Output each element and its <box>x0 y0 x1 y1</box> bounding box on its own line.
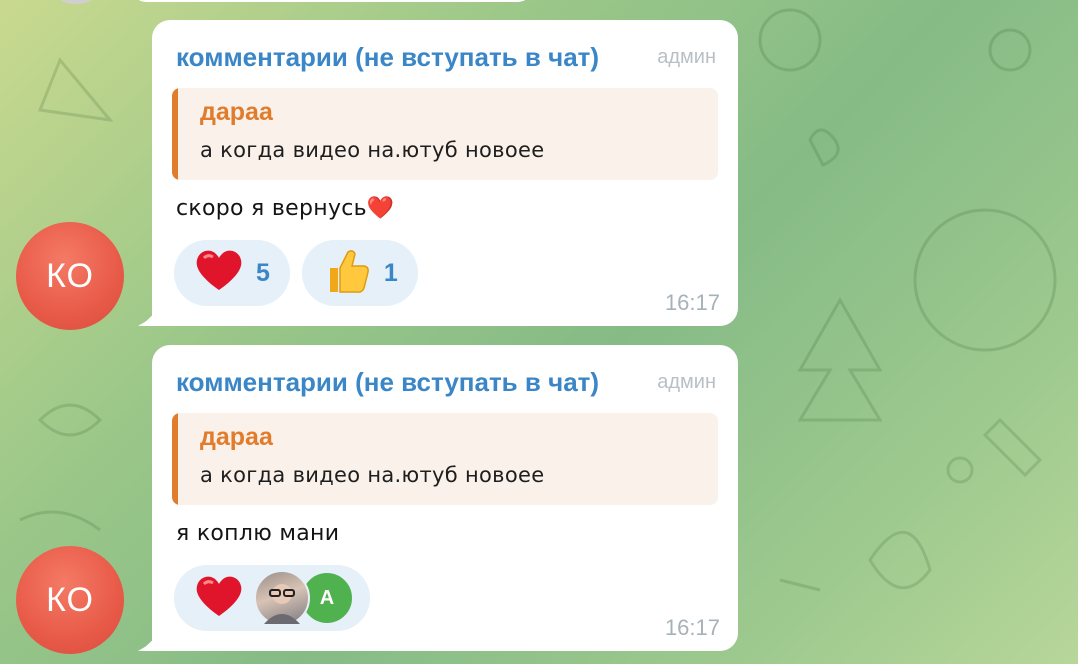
reactor-photo-avatar[interactable] <box>254 570 310 626</box>
message-text: скоро я вернусь❤️ <box>176 196 395 221</box>
message-time: 16:17 <box>664 615 720 640</box>
reaction-thumbs-up[interactable]: 1 <box>301 240 418 306</box>
heart-icon <box>194 248 244 299</box>
reply-text: а когда видео на.ютуб новоее <box>200 463 545 487</box>
message-text: я коплю мани <box>176 521 340 546</box>
reply-accent-bar <box>172 88 178 180</box>
reaction-heart[interactable]: A <box>174 565 370 631</box>
previous-message-stub <box>132 0 532 2</box>
message-header: комментарии (не вступать в чат) админ <box>176 42 716 76</box>
message-header: комментарии (не вступать в чат) админ <box>176 367 716 401</box>
heart-icon <box>194 574 244 623</box>
avatar-initials: КО <box>46 580 94 619</box>
reaction-heart[interactable]: 5 <box>174 240 290 306</box>
sender-role: админ <box>657 371 716 393</box>
sender-avatar[interactable]: КО <box>16 546 124 654</box>
reply-text: а когда видео на.ютуб новоее <box>200 138 545 162</box>
reactor-avatars: A <box>254 570 354 626</box>
sender-name[interactable]: комментарии (не вступать в чат) <box>176 367 599 398</box>
reply-quote[interactable]: дараа а когда видео на.ютуб новоее <box>172 88 718 180</box>
message-time: 16:17 <box>664 290 720 315</box>
sender-role: админ <box>657 46 716 68</box>
reply-author: дараа <box>200 98 273 126</box>
avatar-initials: КО <box>46 256 94 295</box>
reaction-count: 5 <box>256 258 270 287</box>
reply-author: дараа <box>200 423 273 451</box>
message-bubble[interactable]: комментарии (не вступать в чат) админ да… <box>152 20 738 326</box>
reactions: 5 1 <box>174 240 418 306</box>
sender-avatar[interactable]: КО <box>16 222 124 330</box>
reply-accent-bar <box>172 413 178 505</box>
reaction-count: 1 <box>383 258 398 287</box>
reactions: A <box>174 565 370 631</box>
sender-name[interactable]: комментарии (не вступать в чат) <box>176 42 599 73</box>
message-bubble[interactable]: комментарии (не вступать в чат) админ да… <box>152 345 738 651</box>
reply-quote[interactable]: дараа а когда видео на.ютуб новоее <box>172 413 718 505</box>
thumbs-up-icon <box>322 246 372 301</box>
